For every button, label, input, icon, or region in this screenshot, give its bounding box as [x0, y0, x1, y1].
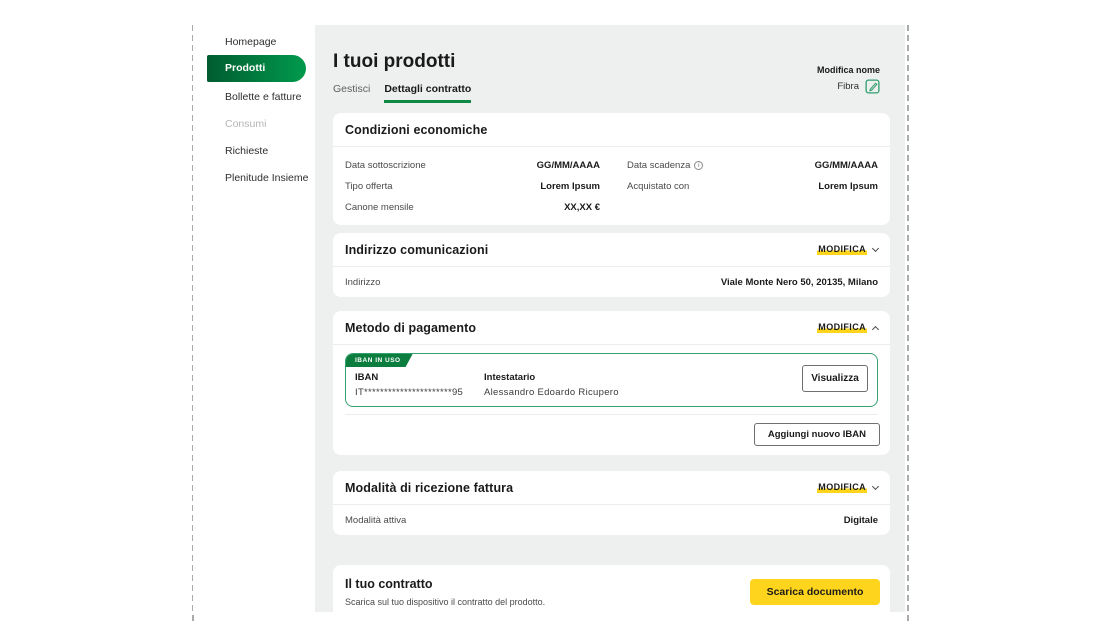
- tab-bar: Gestisci Dettagli contratto: [333, 83, 471, 103]
- econ-row-1: Data sottoscrizione GG/MM/AAAA Data scad…: [345, 155, 878, 176]
- product-name-block: Modifica nome Fibra: [817, 65, 880, 94]
- field-value: Digitale: [844, 515, 878, 526]
- tab-gestisci[interactable]: Gestisci: [333, 83, 370, 103]
- modifica-label: MODIFICA: [817, 244, 867, 255]
- visualizza-button[interactable]: Visualizza: [802, 365, 868, 392]
- card-il-tuo-contratto: Il tuo contratto Scarica sul tuo disposi…: [333, 565, 890, 612]
- aggiungi-nuovo-iban-button[interactable]: Aggiungi nuovo IBAN: [754, 423, 880, 446]
- field-label: Canone mensile: [345, 202, 414, 213]
- sidebar: Homepage Prodotti Bollette e fatture Con…: [193, 25, 315, 615]
- chevron-up-icon: [872, 325, 879, 332]
- iban-value: IT**********************95: [355, 387, 463, 398]
- modifica-billing-link[interactable]: MODIFICA: [817, 482, 878, 493]
- card-title: Modalità di ricezione fattura: [345, 481, 513, 495]
- modifica-label: MODIFICA: [817, 482, 867, 493]
- card-condizioni-economiche: Condizioni economiche Data sottoscrizion…: [333, 113, 890, 225]
- card-title: Indirizzo comunicazioni: [345, 243, 488, 257]
- tab-dettagli-contratto[interactable]: Dettagli contratto: [384, 83, 471, 103]
- iban-in-uso-badge: IBAN IN USO: [346, 354, 413, 367]
- field-value: XX,XX €: [564, 202, 600, 213]
- divider: [345, 414, 878, 415]
- chevron-down-icon: [872, 245, 879, 252]
- modify-name-label: Modifica nome: [817, 65, 880, 75]
- field-label: Tipo offerta: [345, 181, 393, 192]
- field-label: Acquistato con: [627, 181, 689, 192]
- page-canvas: Homepage Prodotti Bollette e fatture Con…: [0, 0, 1113, 640]
- field-value: Lorem Ipsum: [540, 181, 600, 192]
- sidebar-item-richieste[interactable]: Richieste: [225, 145, 268, 157]
- field-label: Indirizzo: [345, 277, 380, 288]
- iban-field: IBAN IT**********************95: [355, 372, 463, 398]
- holder-label: Intestatario: [484, 372, 619, 383]
- field-label: Data sottoscrizione: [345, 160, 426, 171]
- right-guide-dashed-line: [907, 25, 909, 621]
- modifica-address-link[interactable]: MODIFICA: [817, 244, 878, 255]
- sidebar-item-plenitude-insieme[interactable]: Plenitude Insieme: [225, 172, 308, 184]
- page-title: I tuoi prodotti: [333, 51, 455, 73]
- econ-row-3: Canone mensile XX,XX €: [345, 197, 878, 218]
- address-row: Indirizzo Viale Monte Nero 50, 20135, Mi…: [333, 267, 890, 297]
- holder-field: Intestatario Alessandro Edoardo Ricupero: [484, 372, 619, 398]
- field-value: Viale Monte Nero 50, 20135, Milano: [721, 277, 878, 288]
- card-indirizzo-comunicazioni: Indirizzo comunicazioni MODIFICA Indiriz…: [333, 233, 890, 297]
- billing-row: Modalità attiva Digitale: [333, 505, 890, 535]
- field-label: Modalità attiva: [345, 515, 406, 526]
- scarica-documento-button[interactable]: Scarica documento: [750, 579, 880, 605]
- chevron-down-icon: [872, 483, 879, 490]
- iban-in-use-box: IBAN IN USO IBAN IT*********************…: [345, 353, 878, 407]
- modifica-label: MODIFICA: [817, 322, 867, 333]
- product-name: Fibra: [837, 81, 859, 92]
- iban-label: IBAN: [355, 372, 463, 383]
- info-icon[interactable]: i: [694, 161, 703, 170]
- sidebar-item-bollette-e-fatture[interactable]: Bollette e fatture: [225, 91, 301, 103]
- field-value: GG/MM/AAAA: [537, 160, 600, 171]
- card-title: Metodo di pagamento: [345, 321, 476, 335]
- card-title: Condizioni economiche: [345, 123, 487, 137]
- modifica-payment-link[interactable]: MODIFICA: [817, 322, 878, 333]
- card-modalita-ricezione-fattura: Modalità di ricezione fattura MODIFICA M…: [333, 471, 890, 535]
- edit-pencil-icon[interactable]: [865, 79, 880, 94]
- sidebar-item-prodotti[interactable]: Prodotti: [207, 55, 306, 82]
- field-value: GG/MM/AAAA: [815, 160, 878, 171]
- econ-row-2: Tipo offerta Lorem Ipsum Acquistato con …: [345, 176, 878, 197]
- main-content: I tuoi prodotti Modifica nome Fibra Gest…: [315, 25, 905, 612]
- sidebar-item-homepage[interactable]: Homepage: [225, 36, 276, 48]
- holder-value: Alessandro Edoardo Ricupero: [484, 387, 619, 398]
- sidebar-item-consumi[interactable]: Consumi: [225, 118, 266, 130]
- card-metodo-di-pagamento: Metodo di pagamento MODIFICA IBAN IN USO…: [333, 311, 890, 455]
- field-value: Lorem Ipsum: [818, 181, 878, 192]
- field-label: Data scadenza: [627, 160, 690, 171]
